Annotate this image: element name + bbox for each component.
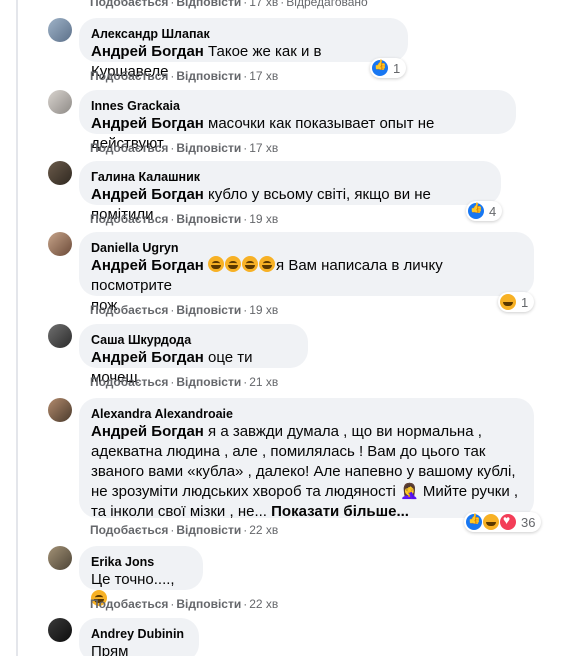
reply-link[interactable]: Відповісти bbox=[176, 303, 241, 317]
comment-text: званого вами «кубла» , далеко! Але напев… bbox=[91, 463, 516, 480]
haha-icon bbox=[483, 514, 499, 530]
like-link[interactable]: Подобається bbox=[90, 69, 168, 83]
comment-author[interactable]: Галина Калашник bbox=[91, 169, 489, 185]
comment-bubble: Галина Калашник Андрей Богдан кубло у вс… bbox=[79, 161, 501, 223]
comment-time[interactable]: 19 хв bbox=[249, 303, 278, 317]
avatar[interactable] bbox=[48, 618, 72, 642]
comment-actions: Подобається · Відповісти · 19 хв bbox=[90, 303, 279, 317]
comment-text: Це точно...., bbox=[91, 571, 175, 588]
like-link[interactable]: Подобається bbox=[90, 303, 168, 317]
thread-line bbox=[16, 0, 18, 656]
like-link[interactable]: Подобається bbox=[90, 523, 168, 537]
reaction-count: 1 bbox=[521, 294, 529, 310]
comment-text: Прям стихами bbox=[91, 643, 129, 656]
comment-author[interactable]: Александр Шлапак bbox=[91, 26, 396, 42]
see-more-link[interactable]: Показати більше... bbox=[271, 503, 409, 520]
comment-text: я а завжди думала , що ви нормальна , bbox=[203, 423, 482, 440]
avatar[interactable] bbox=[48, 161, 72, 185]
mention-link[interactable]: Андрей Богдан bbox=[91, 115, 204, 132]
laughing-emoji-icon bbox=[208, 256, 225, 272]
comment-bubble: Andrey Dubinin Прям стихами bbox=[79, 618, 199, 656]
like-icon bbox=[468, 203, 484, 219]
avatar[interactable] bbox=[48, 90, 72, 114]
reply-link[interactable]: Відповісти bbox=[176, 69, 241, 83]
reaction-summary[interactable]: 1 bbox=[370, 58, 407, 78]
like-icon bbox=[466, 514, 482, 530]
comment-author[interactable]: Alexandra Alexandroaie bbox=[91, 406, 522, 422]
laughing-emoji-icon bbox=[225, 256, 242, 272]
reply-link[interactable]: Відповісти bbox=[176, 141, 241, 155]
avatar[interactable] bbox=[48, 398, 72, 422]
mention-link[interactable]: Андрей Богдан bbox=[91, 423, 204, 440]
reaction-count: 1 bbox=[393, 60, 401, 76]
comment-time[interactable]: 21 хв bbox=[249, 375, 278, 389]
like-link[interactable]: Подобається bbox=[90, 212, 168, 226]
comment-bubble: Alexandra Alexandroaie Андрей Богдан я а… bbox=[79, 398, 534, 520]
reaction-summary[interactable]: 4 bbox=[466, 201, 503, 221]
comment-actions: Подобається · Відповісти · 19 хв bbox=[90, 212, 279, 226]
avatar[interactable] bbox=[48, 324, 72, 348]
comment-author[interactable]: Innes Grackaia bbox=[91, 98, 504, 114]
comment-time[interactable]: 17 хв bbox=[249, 0, 278, 9]
comment-bubble: Александр Шлапак Андрей Богдан Такое же … bbox=[79, 18, 408, 80]
comment-actions: Подобається · Відповісти · 21 хв bbox=[90, 375, 279, 389]
laughing-emoji-icon bbox=[242, 256, 259, 272]
comment-time[interactable]: 17 хв bbox=[249, 69, 278, 83]
like-link[interactable]: Подобається bbox=[90, 375, 168, 389]
comment-text: адекватна людина , але , помилялась ! Ва… bbox=[91, 443, 486, 460]
comment-actions: Подобається · Відповісти · 17 хв bbox=[90, 69, 279, 83]
like-link[interactable]: Подобається bbox=[90, 0, 168, 9]
comment-time[interactable]: 17 хв bbox=[249, 141, 278, 155]
mention-link[interactable]: Андрей Богдан bbox=[91, 257, 204, 274]
comment-bubble: Erika Jons Це точно...., bbox=[79, 546, 203, 606]
reply-link[interactable]: Відповісти bbox=[176, 375, 241, 389]
comment-text: та інколи свої мізки , не... bbox=[91, 503, 267, 520]
mention-link[interactable]: Андрей Богдан bbox=[91, 186, 204, 203]
avatar[interactable] bbox=[48, 546, 72, 570]
comment-actions: Подобається · Відповісти · 22 хв bbox=[90, 597, 279, 611]
comment-actions: Подобається · Відповісти · 22 хв bbox=[90, 523, 279, 537]
comment-bubble: Innes Grackaia Андрей Богдан масочки как… bbox=[79, 90, 516, 152]
reply-link[interactable]: Відповісти bbox=[176, 597, 241, 611]
mention-link[interactable]: Андрей Богдан bbox=[91, 43, 204, 60]
like-icon bbox=[372, 60, 388, 76]
comment-actions: Подобається · Відповісти · 17 хв bbox=[90, 141, 279, 155]
love-icon bbox=[500, 513, 516, 530]
like-link[interactable]: Подобається bbox=[90, 597, 168, 611]
reply-link[interactable]: Відповісти bbox=[176, 523, 241, 537]
reply-link[interactable]: Відповісти bbox=[176, 0, 241, 9]
avatar[interactable] bbox=[48, 232, 72, 256]
comment-author[interactable]: Andrey Dubinin bbox=[91, 626, 187, 642]
avatar[interactable] bbox=[48, 18, 72, 42]
laughing-emoji-icon bbox=[259, 256, 276, 272]
reply-link[interactable]: Відповісти bbox=[176, 212, 241, 226]
reaction-count: 4 bbox=[489, 203, 497, 219]
comment-time[interactable]: 22 хв bbox=[249, 523, 278, 537]
comment-actions: Подобається · Відповісти · 17 хв · Відредагова… bbox=[90, 0, 368, 10]
comment-bubble: Daniella Ugryn Андрей Богдан я Вам напис… bbox=[79, 232, 534, 314]
comment-author[interactable]: Саша Шкурдода bbox=[91, 332, 296, 348]
edited-label: Відредаговано bbox=[286, 0, 368, 9]
comment-text: не зрозуміти людських хвороб та людяност… bbox=[91, 483, 519, 500]
comment-time[interactable]: 19 хв bbox=[249, 212, 278, 226]
mention-link[interactable]: Андрей Богдан bbox=[91, 349, 204, 366]
like-link[interactable]: Подобається bbox=[90, 141, 168, 155]
haha-icon bbox=[500, 294, 516, 310]
reaction-count: 36 bbox=[521, 514, 536, 530]
reaction-summary[interactable]: 36 bbox=[464, 512, 542, 532]
comment-time[interactable]: 22 хв bbox=[249, 597, 278, 611]
comment-author[interactable]: Daniella Ugryn bbox=[91, 240, 522, 256]
comment-author[interactable]: Erika Jons bbox=[91, 554, 191, 570]
reaction-summary[interactable]: 1 bbox=[498, 292, 535, 312]
comment-bubble: Саша Шкурдода Андрей Богдан оце ти мочеш bbox=[79, 324, 308, 386]
